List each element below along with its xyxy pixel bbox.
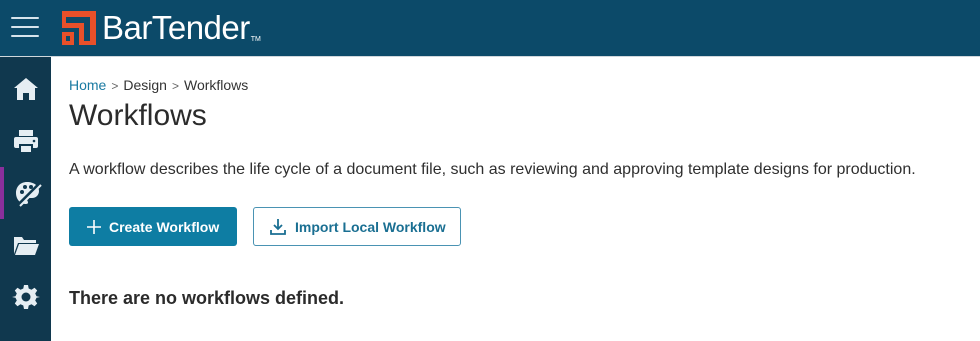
import-local-workflow-label: Import Local Workflow [295, 218, 446, 235]
breadcrumb-design[interactable]: Design [123, 77, 167, 93]
breadcrumb-current: Workflows [183, 77, 249, 93]
hamburger-menu-icon[interactable] [11, 14, 39, 40]
empty-state-message: There are no workflows defined. [69, 288, 345, 308]
home-icon [13, 78, 38, 100]
gear-icon [11, 285, 40, 309]
bartender-logo-icon [62, 11, 96, 45]
sidebar [0, 57, 51, 341]
printer-icon [13, 130, 38, 153]
sidebar-item-print[interactable] [0, 115, 51, 167]
plus-icon [87, 219, 101, 234]
sidebar-item-design[interactable] [0, 167, 51, 219]
breadcrumb-home-link[interactable]: Home [69, 77, 106, 93]
sidebar-item-home[interactable] [0, 63, 51, 115]
trademark: TM [250, 35, 261, 43]
brand-name: BarTender [102, 9, 250, 46]
breadcrumb: Home > Design > Workflows [69, 77, 248, 93]
bartender-logo: BarTender TM [62, 10, 261, 46]
create-workflow-button[interactable]: Create Workflow [69, 207, 237, 246]
folder-icon [13, 237, 39, 255]
import-local-workflow-button[interactable]: Import Local Workflow [253, 207, 461, 246]
design-palette-icon [15, 181, 42, 207]
page-title: Workflows [69, 99, 207, 132]
sidebar-item-settings[interactable] [0, 271, 51, 323]
header-divider [0, 56, 980, 57]
breadcrumb-separator: > [171, 79, 179, 93]
top-bar: BarTender TM [0, 0, 980, 56]
breadcrumb-separator: > [111, 79, 119, 93]
download-icon [269, 218, 287, 236]
page-description: A workflow describes the life cycle of a… [69, 161, 916, 178]
create-workflow-label: Create Workflow [109, 218, 220, 235]
sidebar-item-files[interactable] [0, 219, 51, 271]
